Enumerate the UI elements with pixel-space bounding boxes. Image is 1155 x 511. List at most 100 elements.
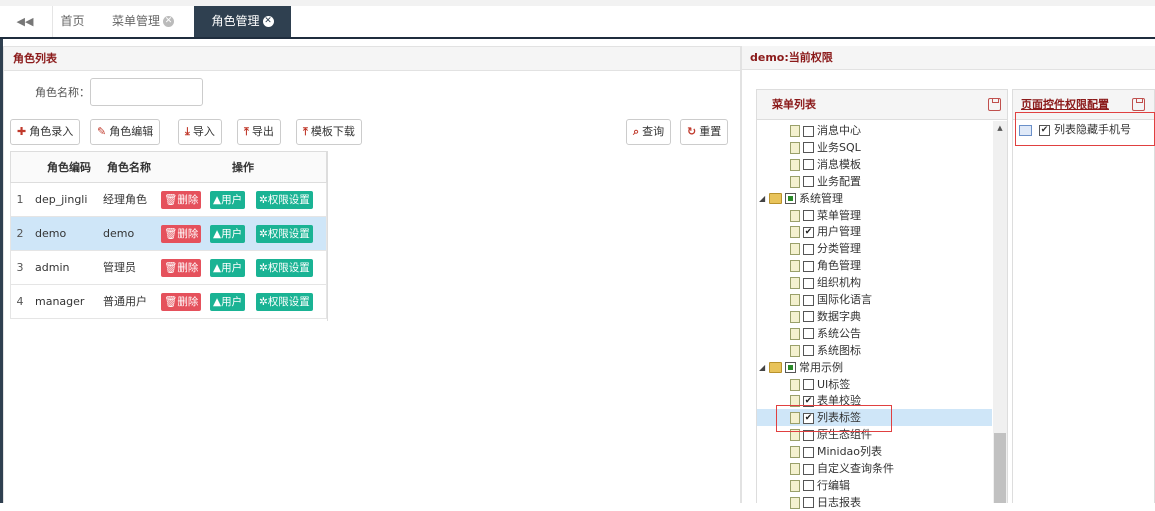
checkbox[interactable] [803,176,814,188]
plus-icon: ✚ [17,125,27,138]
folder-icon [769,193,782,205]
query-button[interactable]: ⌕ 查询 [626,119,672,145]
tree-item[interactable]: 自定义查询条件 [790,461,894,477]
checkbox[interactable] [803,125,814,137]
delete-button[interactable]: 🗑删除 [161,293,202,311]
tree-item[interactable]: 国际化语言 [790,292,872,308]
search-label: 角色名称： [35,86,90,99]
add-role-label: 角色录入 [29,125,74,138]
close-icon[interactable]: ✕ [163,16,174,27]
tab-role-management[interactable]: 角色管理 ✕ [194,6,291,37]
tree-item[interactable]: 业务配置 [790,174,861,190]
tree-item[interactable]: 行编辑 [790,478,850,494]
save-icon[interactable] [988,98,1001,111]
tree-item[interactable]: 菜单管理 [790,208,861,224]
tree-item-label: 消息模板 [817,157,861,171]
tree-item[interactable]: 角色管理 [790,258,861,274]
document-icon [790,446,800,459]
checkbox[interactable] [803,328,814,340]
scroll-thumb[interactable] [994,433,1006,503]
tree-folder[interactable]: ◢ 常用示例 [759,360,843,376]
tab-scroll-left-icon[interactable]: ◀◀ [10,6,40,37]
edit-role-button[interactable]: ✎ 角色编辑 [90,119,161,145]
template-download-button[interactable]: ⤒ 模板下载 [296,119,362,145]
document-icon [790,327,800,340]
col-header-name[interactable]: 角色名称 [99,152,159,183]
trash-icon: 🗑 [164,228,178,240]
delete-label: 删除 [177,194,199,206]
tree-item-label: 国际化语言 [817,293,872,306]
tree-item[interactable]: 消息中心 [790,123,861,139]
tree-folder[interactable]: ◢ 系统管理 [759,191,843,207]
search-icon: ⌕ [633,125,640,138]
document-icon [790,243,800,256]
permission-button[interactable]: ✲权限设置 [256,293,313,311]
table-row[interactable]: 4 manager 普通用户 🗑删除 ▲用户 ✲权限设置 [10,285,327,319]
save-icon[interactable] [1132,98,1145,111]
tree-item[interactable]: 系统图标 [790,343,861,359]
expand-icon[interactable]: ◢ [759,191,767,207]
permission-button[interactable]: ✲权限设置 [256,259,313,277]
document-icon [790,125,800,137]
checkbox[interactable] [803,311,814,323]
checkbox[interactable] [803,243,814,255]
checkbox[interactable] [803,159,814,171]
user-button[interactable]: ▲用户 [210,225,246,243]
permission-button[interactable]: ✲权限设置 [256,191,313,209]
scroll-up-icon[interactable]: ▲ [993,121,1007,135]
delete-button[interactable]: 🗑删除 [161,259,202,277]
tree-item[interactable]: 数据字典 [790,309,861,325]
tree-item[interactable]: 业务SQL [790,140,861,156]
table-row[interactable]: 1 dep_jingli 经理角色 🗑删除 ▲用户 ✲权限设置 [10,183,327,217]
checkbox[interactable] [785,193,796,205]
tree-item[interactable]: 组织机构 [790,275,861,291]
tree-scrollbar[interactable]: ▲ [993,121,1007,503]
checkbox[interactable] [803,294,814,306]
checkbox[interactable] [803,210,814,221]
checkbox[interactable] [803,480,814,492]
permission-label: 权限设置 [267,262,310,274]
table-row[interactable]: 3 admin 管理员 🗑删除 ▲用户 ✲权限设置 [10,251,327,285]
col-header-code[interactable]: 角色编码 [39,152,99,183]
role-code: demo [35,227,67,240]
tree-item[interactable]: 分类管理 [790,241,861,257]
checkbox[interactable] [803,277,814,289]
reset-button[interactable]: ↻ 重置 [680,119,729,145]
delete-button[interactable]: 🗑删除 [161,225,202,243]
document-icon [790,479,800,492]
edit-role-label: 角色编辑 [109,125,154,138]
add-role-button[interactable]: ✚ 角色录入 [10,119,81,145]
checkbox[interactable] [803,345,814,357]
tree-item[interactable]: 消息模板 [790,157,861,173]
checkbox[interactable] [803,379,814,390]
role-name-input[interactable] [90,78,203,106]
tree-item[interactable]: 系统公告 [790,326,861,342]
checkbox[interactable] [803,142,814,154]
reset-label: 重置 [699,125,722,138]
tab-home[interactable]: 首页 [52,6,92,37]
checkbox[interactable]: ✔ [803,226,814,238]
checkbox[interactable] [785,362,796,374]
user-button[interactable]: ▲用户 [210,191,246,209]
tree-item[interactable]: Minidao列表 [790,444,882,460]
tab-menu-management[interactable]: 菜单管理 ✕ [100,6,186,37]
permission-button[interactable]: ✲权限设置 [256,225,313,243]
table-row[interactable]: 2 demo demo 🗑删除 ▲用户 ✲权限设置 [10,217,327,251]
delete-button[interactable]: 🗑删除 [161,191,202,209]
menu-list-title: 菜单列表 [757,90,1007,120]
import-icon: ⤓ [185,125,190,138]
user-button[interactable]: ▲用户 [210,293,246,311]
checkbox[interactable] [803,446,814,458]
close-icon[interactable]: ✕ [262,16,274,27]
tree-item[interactable]: UI标签 [790,377,850,393]
tree-item[interactable]: ✔ 用户管理 [790,224,861,240]
import-button[interactable]: ⤓ 导入 [178,119,222,145]
checkbox[interactable] [803,463,814,475]
user-button[interactable]: ▲用户 [210,259,246,277]
expand-icon[interactable]: ◢ [759,360,767,376]
export-button[interactable]: ⤒ 导出 [237,119,281,145]
tree-item-label: 用户管理 [817,225,861,239]
tree-item-label: 系统公告 [817,326,861,340]
document-icon [790,141,800,154]
checkbox[interactable] [803,260,814,272]
